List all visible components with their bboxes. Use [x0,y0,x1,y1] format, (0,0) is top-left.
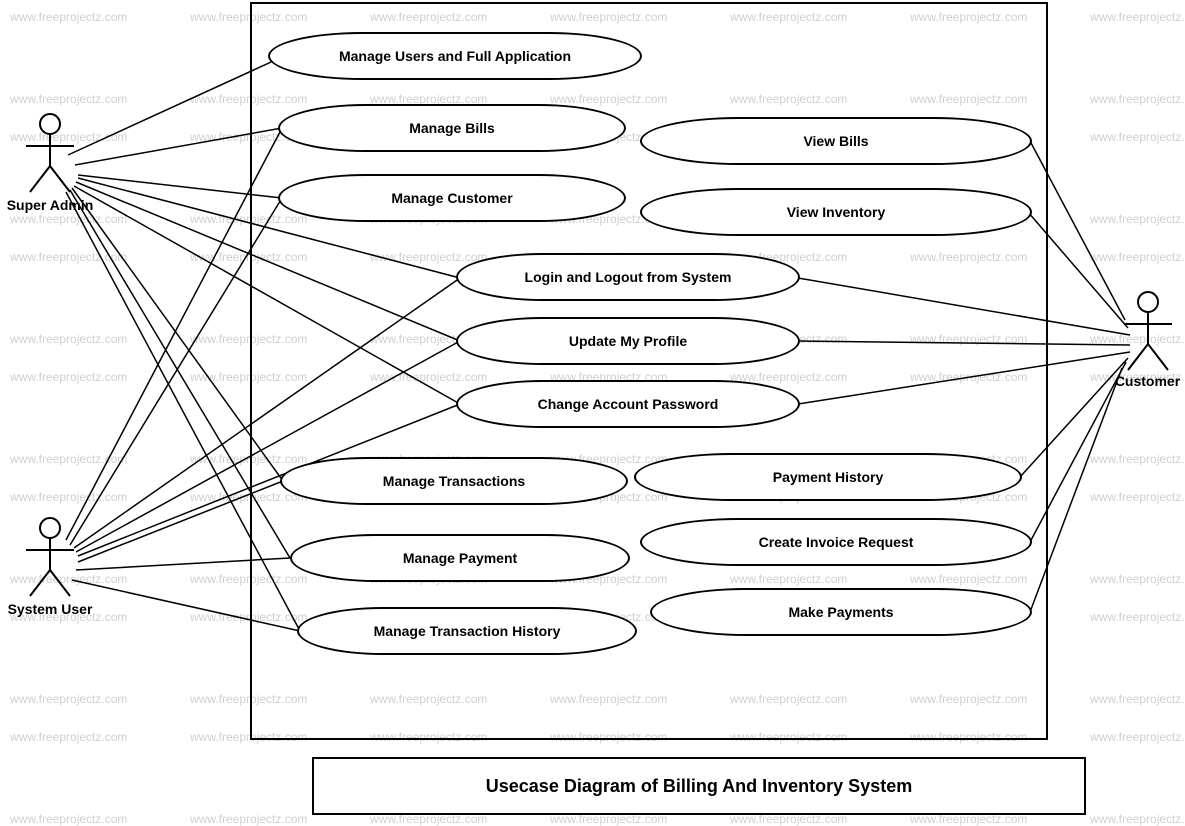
diagram-title: Usecase Diagram of Billing And Inventory… [486,776,912,797]
watermark-text: www.freeprojectz.com [10,730,127,744]
usecase-manage-customer: Manage Customer [278,174,626,222]
usecase-login-logout: Login and Logout from System [456,253,800,301]
watermark-text: www.freeprojectz.com [1090,130,1185,144]
watermark-text: www.freeprojectz.com [10,370,127,384]
usecase-payment-history: Payment History [634,453,1022,501]
usecase-create-invoice: Create Invoice Request [640,518,1032,566]
watermark-text: www.freeprojectz.com [10,212,127,226]
watermark-text: www.freeprojectz.com [10,812,127,826]
watermark-text: www.freeprojectz.com [1090,730,1185,744]
watermark-text: www.freeprojectz.com [1090,250,1185,264]
watermark-text: www.freeprojectz.com [10,490,127,504]
watermark-text: www.freeprojectz.com [10,250,127,264]
usecase-update-profile: Update My Profile [456,317,800,365]
watermark-text: www.freeprojectz.com [1090,692,1185,706]
customer-label: Customer [1110,373,1185,389]
usecase-change-password: Change Account Password [456,380,800,428]
watermark-text: www.freeprojectz.com [1090,812,1185,826]
watermark-text: www.freeprojectz.com [1090,572,1185,586]
super-admin-label: Super Admin [0,197,100,213]
customer-actor-icon [1118,290,1178,374]
usecase-make-payments: Make Payments [650,588,1032,636]
usecase-view-bills: View Bills [640,117,1032,165]
usecase-manage-transactions: Manage Transactions [280,457,628,505]
super-admin-actor-icon [20,112,80,196]
watermark-text: www.freeprojectz.com [10,452,127,466]
usecase-manage-bills: Manage Bills [278,104,626,152]
usecase-manage-trans-history: Manage Transaction History [297,607,637,655]
watermark-text: www.freeprojectz.com [190,812,307,826]
system-user-label: System User [0,601,100,617]
usecase-manage-users: Manage Users and Full Application [268,32,642,80]
watermark-text: www.freeprojectz.com [10,10,127,24]
watermark-text: www.freeprojectz.com [10,92,127,106]
watermark-text: www.freeprojectz.com [1090,452,1185,466]
watermark-text: www.freeprojectz.com [1090,610,1185,624]
watermark-text: www.freeprojectz.com [1090,490,1185,504]
watermark-text: www.freeprojectz.com [10,692,127,706]
watermark-text: www.freeprojectz.com [1090,10,1185,24]
usecase-view-inventory: View Inventory [640,188,1032,236]
usecase-manage-payment: Manage Payment [290,534,630,582]
system-user-actor-icon [20,516,80,600]
watermark-text: www.freeprojectz.com [1090,92,1185,106]
watermark-text: www.freeprojectz.com [1090,212,1185,226]
watermark-text: www.freeprojectz.com [10,332,127,346]
diagram-title-box: Usecase Diagram of Billing And Inventory… [312,757,1086,815]
